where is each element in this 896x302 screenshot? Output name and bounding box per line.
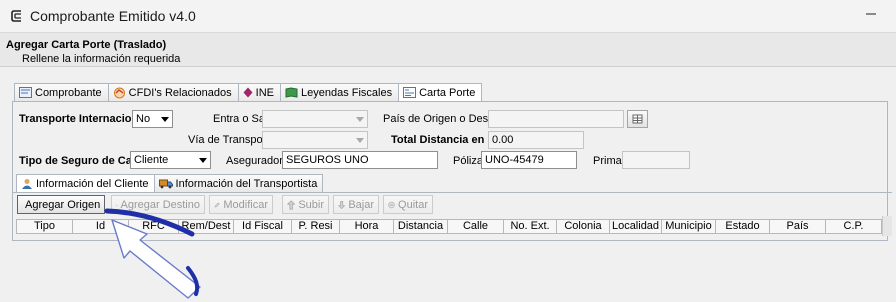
chevron-down-icon bbox=[161, 117, 169, 122]
tab-label: Leyendas Fiscales bbox=[300, 86, 393, 99]
tab-carta-porte[interactable]: Carta Porte bbox=[398, 83, 483, 101]
bajar-button[interactable]: Bajar bbox=[333, 195, 379, 214]
chevron-down-icon bbox=[356, 138, 364, 143]
chevron-down-icon bbox=[356, 117, 364, 122]
tab-informacion-transportista[interactable]: Información del Transportista bbox=[153, 174, 324, 192]
poliza-field[interactable]: UNO-45479 bbox=[481, 151, 577, 169]
related-docs-icon bbox=[113, 87, 125, 98]
column-header[interactable]: Localidad bbox=[610, 220, 662, 233]
transporte-internacional-select[interactable]: No bbox=[132, 110, 173, 128]
agregar-origen-button[interactable]: Agregar Origen bbox=[17, 195, 105, 214]
select-value: No bbox=[136, 113, 151, 125]
prima-field[interactable] bbox=[622, 151, 690, 169]
edit-icon bbox=[214, 201, 220, 208]
sub-tabs: Información del Cliente Información del … bbox=[16, 174, 324, 192]
column-header[interactable]: C.P. bbox=[826, 220, 881, 233]
agregar-destino-button[interactable]: Agregar Destino bbox=[111, 195, 205, 214]
dialog-title: Agregar Carta Porte (Traslado) bbox=[6, 39, 167, 51]
column-header[interactable]: No. Ext. bbox=[504, 220, 557, 233]
subtab-label: Información del Cliente bbox=[36, 177, 149, 190]
column-header[interactable]: Id Fiscal bbox=[234, 220, 292, 233]
pais-lookup-button[interactable] bbox=[627, 110, 648, 128]
remove-icon bbox=[388, 201, 395, 208]
tab-label: CFDI's Relacionados bbox=[128, 86, 232, 99]
tab-label: Comprobante bbox=[35, 86, 102, 99]
tab-cfdi-relacionados[interactable]: CFDI's Relacionados bbox=[107, 83, 239, 101]
modificar-button[interactable]: Modificar bbox=[209, 195, 273, 214]
pais-origen-destino-field[interactable] bbox=[488, 110, 624, 128]
column-header[interactable]: Distancia bbox=[394, 220, 448, 233]
dialog-subtitle: Rellene la información requerida bbox=[22, 53, 181, 65]
subtab-label: Información del Transportista bbox=[175, 177, 318, 190]
column-header[interactable]: Calle bbox=[448, 220, 504, 233]
total-distancia-field[interactable]: 0.00 bbox=[488, 131, 584, 149]
add-location-icon bbox=[116, 203, 118, 206]
button-label: Quitar bbox=[398, 198, 428, 211]
button-label: Bajar bbox=[348, 198, 374, 211]
select-value: Cliente bbox=[134, 154, 169, 166]
column-header[interactable]: País bbox=[770, 220, 826, 233]
book-icon bbox=[285, 87, 298, 98]
minimize-icon[interactable] bbox=[863, 6, 879, 22]
poliza-label: Póliza bbox=[453, 155, 483, 167]
person-icon bbox=[22, 178, 32, 189]
prima-label: Prima bbox=[593, 155, 622, 167]
form-icon bbox=[403, 87, 417, 98]
button-label: Agregar Origen bbox=[25, 198, 101, 211]
tab-ine[interactable]: INE bbox=[237, 83, 281, 101]
quitar-button[interactable]: Quitar bbox=[383, 195, 433, 214]
app-icon bbox=[11, 10, 21, 22]
main-tabs: Comprobante CFDI's Relacionados INE Leye… bbox=[14, 83, 483, 101]
truck-icon bbox=[158, 179, 173, 189]
column-header[interactable]: Tipo bbox=[17, 220, 73, 233]
transporte-internacional-label: Transporte Internacional bbox=[19, 113, 148, 125]
column-header[interactable]: RFC bbox=[129, 220, 179, 233]
tab-label: INE bbox=[255, 86, 274, 99]
column-header[interactable]: Rem/Dest bbox=[179, 220, 234, 233]
aseguradora-label: Aseguradora bbox=[226, 155, 289, 167]
entra-o-sale-select[interactable] bbox=[262, 110, 368, 128]
document-icon bbox=[19, 87, 32, 98]
via-transporte-select[interactable] bbox=[262, 131, 368, 149]
column-header[interactable]: Estado bbox=[716, 220, 770, 233]
aseguradora-field[interactable]: SEGUROS UNO bbox=[282, 151, 438, 169]
column-header[interactable]: Colonia bbox=[557, 220, 610, 233]
subir-button[interactable]: Subir bbox=[282, 195, 329, 214]
column-header[interactable]: Hora bbox=[340, 220, 394, 233]
chevron-down-icon bbox=[199, 158, 207, 163]
locations-grid-header: Tipo Id RFC Rem/Dest Id Fiscal P. Resi H… bbox=[16, 219, 882, 234]
tab-label: Carta Porte bbox=[419, 86, 476, 99]
window-titlebar: Comprobante Emitido v4.0 bbox=[0, 0, 896, 32]
button-label: Subir bbox=[298, 198, 324, 211]
column-header[interactable]: Id bbox=[73, 220, 129, 233]
arrow-up-icon bbox=[287, 199, 296, 210]
tab-informacion-cliente[interactable]: Información del Cliente bbox=[16, 174, 155, 192]
button-label: Agregar Destino bbox=[120, 198, 201, 211]
arrow-down-icon bbox=[338, 200, 346, 209]
tab-leyendas-fiscales[interactable]: Leyendas Fiscales bbox=[279, 83, 400, 101]
window-title: Comprobante Emitido v4.0 bbox=[30, 8, 196, 24]
button-label: Modificar bbox=[223, 198, 268, 211]
grid-lookup-icon bbox=[632, 114, 643, 124]
tab-comprobante[interactable]: Comprobante bbox=[14, 83, 109, 101]
grid-scrollbar[interactable] bbox=[882, 216, 892, 236]
tipo-seguro-select[interactable]: Cliente bbox=[130, 151, 211, 169]
column-header[interactable]: Municipio bbox=[662, 220, 716, 233]
diamond-icon bbox=[243, 87, 253, 98]
column-header[interactable]: P. Resi bbox=[292, 220, 340, 233]
dialog-header: Agregar Carta Porte (Traslado) Rellene l… bbox=[0, 32, 896, 66]
